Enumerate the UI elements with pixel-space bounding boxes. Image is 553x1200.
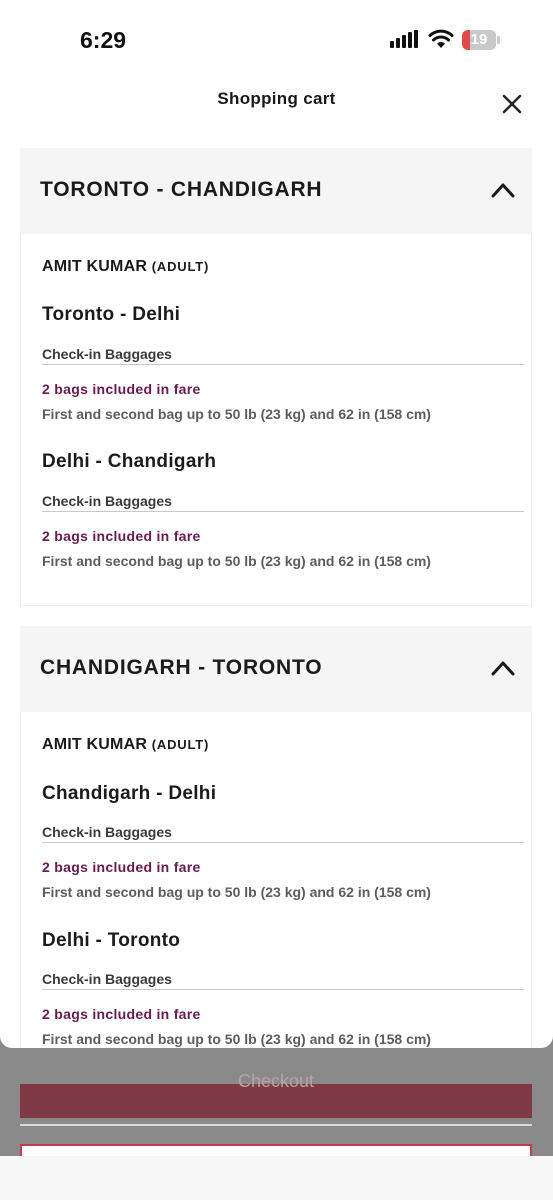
bag-allowance-detail: First and second bag up to 50 lb (23 kg)… xyxy=(42,406,431,422)
passenger-name-text: AMIT KUMAR xyxy=(42,736,148,753)
checkout-button[interactable]: Checkout xyxy=(20,1072,532,1118)
bags-included: 2 bags included in fare xyxy=(42,381,201,397)
divider xyxy=(42,989,524,990)
bag-allowance-detail: First and second bag up to 50 lb (23 kg)… xyxy=(42,884,431,900)
battery-cap xyxy=(497,36,500,44)
status-bar: 6:29 19 xyxy=(0,0,553,66)
passenger-name: AMIT KUMAR (ADULT) xyxy=(42,736,209,754)
battery-icon: 19 xyxy=(462,30,496,50)
leg-title: Chandigarh - Delhi xyxy=(42,783,217,804)
bag-allowance-detail: First and second bag up to 50 lb (23 kg)… xyxy=(42,553,431,569)
divider xyxy=(42,364,524,365)
bags-included: 2 bags included in fare xyxy=(42,859,201,875)
divider xyxy=(42,511,524,512)
leg-title: Delhi - Toronto xyxy=(42,930,181,951)
passenger-type: (ADULT) xyxy=(151,259,210,274)
route-title: CHANDIGARH - TORONTO xyxy=(40,656,323,679)
battery-level: 19 xyxy=(470,31,488,48)
baggage-label: Check-in Baggages xyxy=(42,493,172,509)
bags-included: 2 bags included in fare xyxy=(42,528,201,544)
cellular-signal-icon xyxy=(390,30,418,48)
section-header[interactable]: TORONTO - CHANDIGARH xyxy=(20,148,532,234)
sheet-header: Shopping cart xyxy=(0,66,553,148)
section-body: AMIT KUMAR (ADULT) Chandigarh - Delhi Ch… xyxy=(20,712,532,1048)
divider xyxy=(42,842,524,843)
section-body: AMIT KUMAR (ADULT) Toronto - Delhi Check… xyxy=(20,234,532,606)
shopping-cart-sheet: Shopping cart TORONTO - CHANDIGARH AMIT … xyxy=(0,66,553,1048)
chevron-up-icon[interactable] xyxy=(490,658,516,678)
status-time: 6:29 xyxy=(80,27,127,53)
checkout-label: Checkout xyxy=(237,1071,315,1091)
baggage-label: Check-in Baggages xyxy=(42,824,172,840)
itinerary-section-outbound: TORONTO - CHANDIGARH AMIT KUMAR (ADULT) … xyxy=(20,148,532,606)
home-indicator-area xyxy=(0,1156,553,1200)
wifi-icon xyxy=(428,29,454,48)
chevron-up-icon[interactable] xyxy=(490,180,516,200)
page-title: Shopping cart xyxy=(217,89,336,108)
passenger-name-text: AMIT KUMAR xyxy=(42,258,148,275)
leg-title: Delhi - Chandigarh xyxy=(42,451,217,472)
itinerary-section-return: CHANDIGARH - TORONTO AMIT KUMAR (ADULT) … xyxy=(20,626,532,1048)
section-header[interactable]: CHANDIGARH - TORONTO xyxy=(20,626,532,712)
route-title: TORONTO - CHANDIGARH xyxy=(40,178,323,201)
leg-title: Toronto - Delhi xyxy=(42,304,181,325)
close-icon[interactable] xyxy=(498,90,526,118)
divider xyxy=(20,1124,532,1126)
baggage-label: Check-in Baggages xyxy=(42,346,172,362)
bags-included: 2 bags included in fare xyxy=(42,1006,201,1022)
baggage-label: Check-in Baggages xyxy=(42,971,172,987)
passenger-type: (ADULT) xyxy=(151,737,210,752)
bag-allowance-detail: First and second bag up to 50 lb (23 kg)… xyxy=(42,1031,431,1047)
passenger-name: AMIT KUMAR (ADULT) xyxy=(42,258,209,276)
